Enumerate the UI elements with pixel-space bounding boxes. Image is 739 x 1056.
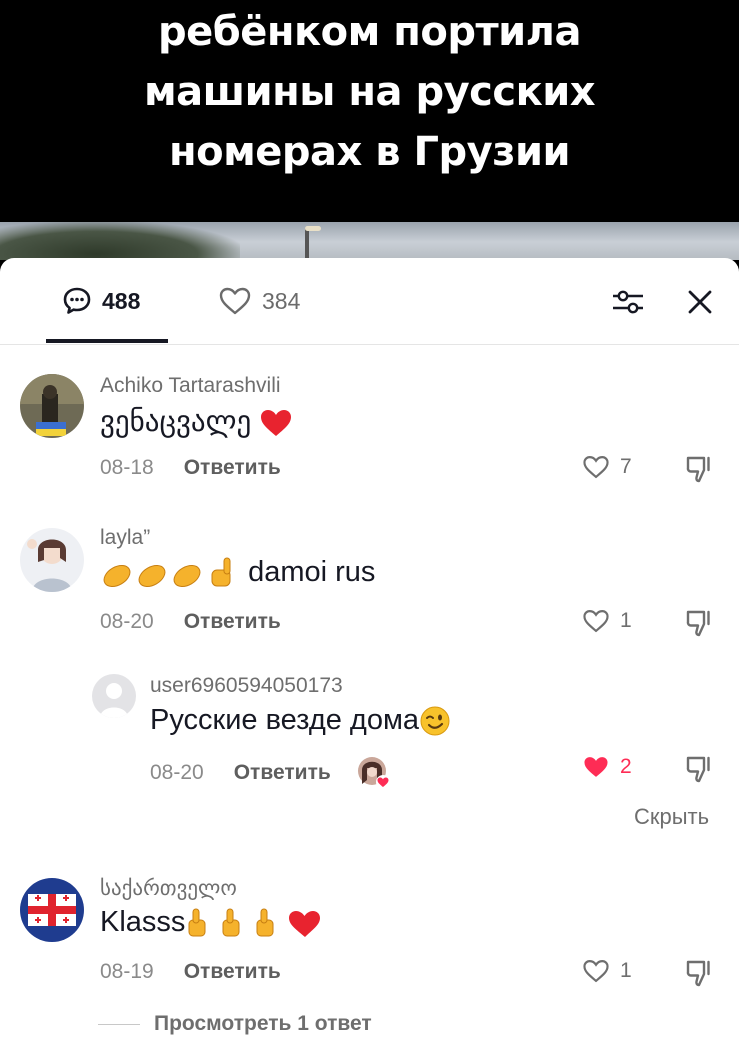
red-heart-emoji	[261, 410, 292, 437]
creator-liked-avatar	[357, 757, 390, 789]
caption-line-3: номерах в Грузии	[168, 129, 571, 175]
comment-date: 08-19	[100, 960, 154, 983]
reply-meta: 08-20 Ответить	[150, 756, 391, 790]
comment-meta: 08-19 Ответить	[100, 960, 281, 984]
comment-username[interactable]: Achiko Tartarashvili	[100, 374, 281, 398]
comment-meta: 08-20 Ответить	[100, 610, 281, 634]
reply-text: Русские везде дома	[150, 704, 451, 737]
avatar[interactable]	[20, 528, 84, 592]
heart-outline-icon	[219, 287, 251, 315]
comments-count: 488	[102, 287, 141, 314]
tree-silhouette	[0, 222, 240, 260]
avatar[interactable]	[20, 878, 84, 942]
comment-like-button[interactable]: 7	[582, 454, 632, 480]
dislike-icon[interactable]	[684, 958, 714, 988]
street-lamp	[305, 226, 321, 260]
clapping-hands-emoji	[103, 557, 231, 588]
comment-bubble-icon	[63, 287, 91, 314]
comment-like-button[interactable]: 1	[582, 958, 632, 984]
reply-like-button[interactable]: 2	[582, 754, 632, 780]
tab-likes[interactable]: 384	[218, 284, 300, 318]
comment-date: 08-18	[100, 456, 154, 479]
divider-line	[98, 1023, 140, 1025]
comment-like-count: 1	[620, 959, 632, 982]
active-tab-indicator	[46, 339, 168, 343]
winking-face-emoji	[420, 706, 450, 736]
heart-outline-icon	[583, 960, 609, 983]
reply-button[interactable]: Ответить	[184, 610, 281, 634]
georgia-flag-avatar	[20, 878, 84, 942]
dislike-icon[interactable]	[684, 754, 714, 784]
video-frame	[0, 222, 739, 260]
avatar[interactable]	[92, 674, 136, 718]
comment-date: 08-20	[100, 610, 154, 633]
default-avatar-icon	[92, 674, 136, 718]
heart-outline-icon	[583, 610, 609, 633]
comment-text: damoi rus	[100, 556, 375, 590]
likes-count: 384	[262, 287, 301, 314]
dislike-icon[interactable]	[684, 608, 714, 638]
comment-username[interactable]: საქართველო	[100, 876, 237, 901]
comment-like-button[interactable]: 1	[582, 608, 632, 634]
comment-text: ვენაცვალე	[100, 404, 293, 439]
close-icon[interactable]	[684, 286, 716, 318]
reply-like-count: 2	[620, 755, 632, 778]
thumbs-up-heart-emoji	[188, 908, 321, 938]
video-caption: ребёнком портила машины на русских номер…	[0, 2, 739, 182]
tab-comments[interactable]: 488	[62, 284, 140, 318]
heart-filled-icon	[584, 757, 608, 777]
view-replies-label: Просмотреть 1 ответ	[154, 1012, 372, 1035]
comments-sheet: 488 384 Achiko Tartarashvili ვენაცვალე 0…	[0, 258, 739, 1056]
comment-meta: 08-18 Ответить	[100, 456, 281, 480]
reply-button[interactable]: Ответить	[184, 960, 281, 984]
reply-button[interactable]: Ответить	[184, 456, 281, 480]
comment-like-count: 1	[620, 609, 632, 632]
comments-header: 488 384	[0, 258, 739, 345]
reply-date: 08-20	[150, 761, 204, 784]
hide-replies-button[interactable]: Скрыть	[634, 804, 709, 830]
caption-line-2: машины на русских	[143, 69, 596, 115]
filter-sliders-icon[interactable]	[610, 286, 646, 318]
dislike-icon[interactable]	[684, 454, 714, 484]
comment-text: Klasss	[100, 906, 325, 940]
reply-username[interactable]: user6960594050173	[150, 674, 343, 698]
comment-username[interactable]: layla”	[100, 526, 150, 550]
caption-line-1: ребёнком портила	[158, 9, 581, 55]
video-preview[interactable]: ребёнком портила машины на русских номер…	[0, 0, 739, 260]
avatar[interactable]	[20, 374, 84, 438]
reply-button[interactable]: Ответить	[234, 761, 331, 785]
comment-like-count: 7	[620, 455, 632, 478]
heart-outline-icon	[583, 456, 609, 479]
view-replies-button[interactable]: Просмотреть 1 ответ	[98, 1012, 372, 1036]
